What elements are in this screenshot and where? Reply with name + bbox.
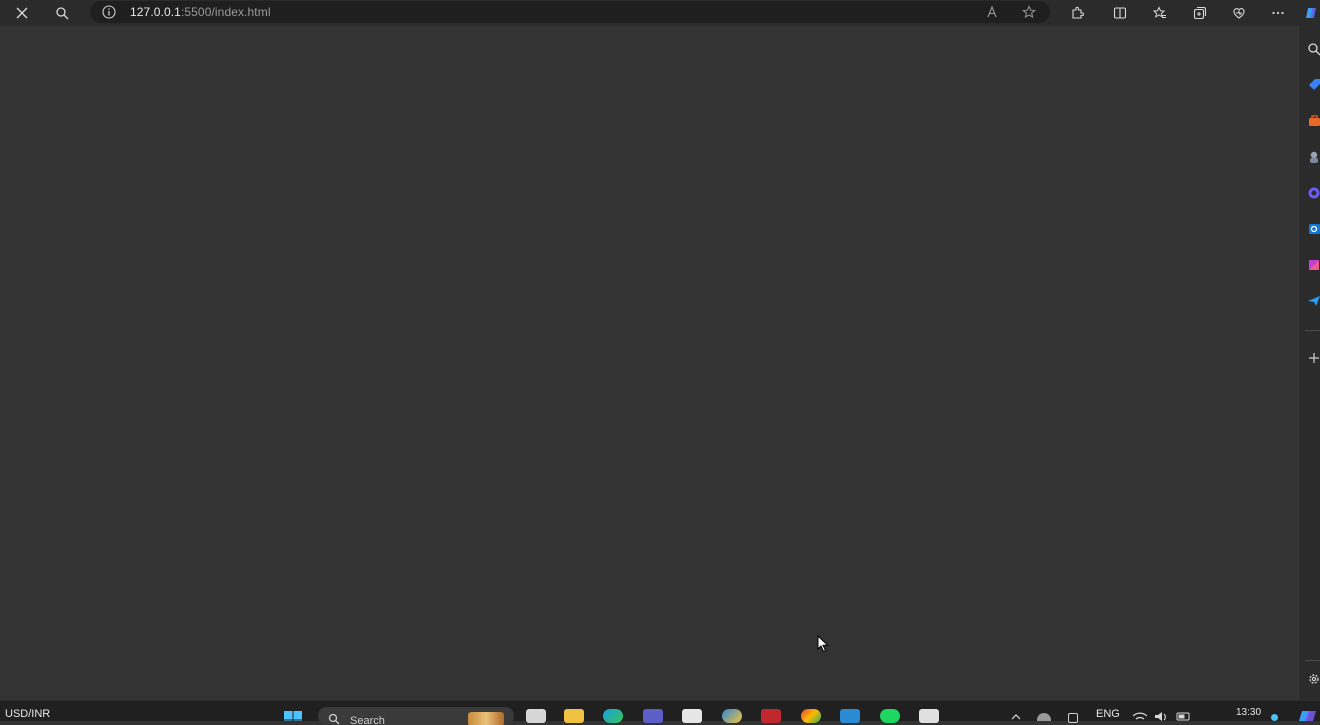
sidebar-designer-icon[interactable] bbox=[1307, 258, 1320, 272]
paint-icon[interactable] bbox=[722, 709, 742, 723]
sidebar-search-icon[interactable] bbox=[1307, 42, 1320, 56]
favorites-icon[interactable] bbox=[1150, 3, 1170, 23]
more-options-icon[interactable] bbox=[1268, 3, 1288, 23]
browser-essentials-icon[interactable] bbox=[1229, 3, 1249, 23]
browser-toolbar: 127.0.0.1:5500/index.html bbox=[0, 0, 1320, 26]
language-indicator[interactable]: ENG bbox=[1096, 708, 1120, 720]
sidebar-games-icon[interactable] bbox=[1307, 150, 1320, 164]
store-icon[interactable] bbox=[682, 709, 702, 723]
page-viewport[interactable] bbox=[0, 26, 1298, 700]
collections-icon[interactable] bbox=[1190, 3, 1210, 23]
url-text: 127.0.0.1:5500/index.html bbox=[130, 5, 271, 19]
edge-sidebar bbox=[1298, 26, 1320, 700]
sidebar-shopping-icon[interactable] bbox=[1307, 78, 1320, 92]
close-icon[interactable] bbox=[12, 3, 32, 23]
notepad-icon[interactable] bbox=[919, 709, 939, 723]
extensions-icon[interactable] bbox=[1067, 3, 1087, 23]
search-placeholder: Search bbox=[350, 715, 385, 725]
chrome-icon[interactable] bbox=[801, 709, 821, 723]
mouse-cursor-icon bbox=[817, 635, 829, 653]
sidebar-divider bbox=[1305, 330, 1320, 331]
mcafee-icon[interactable] bbox=[761, 709, 781, 723]
task-view-icon[interactable] bbox=[526, 709, 546, 723]
url-host: 127.0.0.1 bbox=[130, 5, 181, 19]
address-bar[interactable]: 127.0.0.1:5500/index.html bbox=[90, 1, 1050, 23]
windows-taskbar: USD/INR Search ENG 13:30 bbox=[0, 700, 1320, 725]
file-explorer-icon[interactable] bbox=[564, 709, 584, 723]
split-screen-icon[interactable] bbox=[1110, 3, 1130, 23]
copilot-icon[interactable] bbox=[1302, 3, 1320, 23]
clock-time[interactable]: 13:30 bbox=[1236, 707, 1261, 718]
sidebar-divider bbox=[1305, 660, 1320, 661]
edge-browser-icon[interactable] bbox=[603, 709, 623, 723]
sidebar-send-icon[interactable] bbox=[1307, 294, 1320, 308]
widget-currency[interactable]: USD/INR bbox=[5, 708, 50, 720]
search-icon bbox=[328, 713, 340, 725]
sidebar-microsoft365-icon[interactable] bbox=[1307, 186, 1320, 200]
copilot-taskbar-icon[interactable] bbox=[1298, 710, 1318, 721]
sidebar-add-icon[interactable] bbox=[1307, 351, 1320, 365]
start-windows-icon[interactable] bbox=[283, 710, 303, 721]
sidebar-outlook-icon[interactable] bbox=[1307, 222, 1320, 236]
teams-icon[interactable] bbox=[643, 709, 663, 723]
search-icon[interactable] bbox=[52, 3, 72, 23]
sidebar-tools-icon[interactable] bbox=[1307, 114, 1320, 128]
search-highlight-image bbox=[468, 712, 504, 725]
favorite-star-icon[interactable] bbox=[1020, 3, 1038, 21]
chevron-up-icon[interactable] bbox=[1010, 712, 1022, 720]
spotify-icon[interactable] bbox=[880, 709, 900, 723]
vscode-icon[interactable] bbox=[840, 709, 860, 723]
read-aloud-icon[interactable] bbox=[984, 3, 1002, 21]
url-path: :5500/index.html bbox=[180, 5, 271, 19]
site-info-icon[interactable] bbox=[102, 5, 116, 19]
taskbar-search[interactable]: Search bbox=[318, 707, 514, 725]
tray-app-icon[interactable] bbox=[1068, 713, 1078, 723]
sidebar-settings-icon[interactable] bbox=[1307, 672, 1320, 686]
